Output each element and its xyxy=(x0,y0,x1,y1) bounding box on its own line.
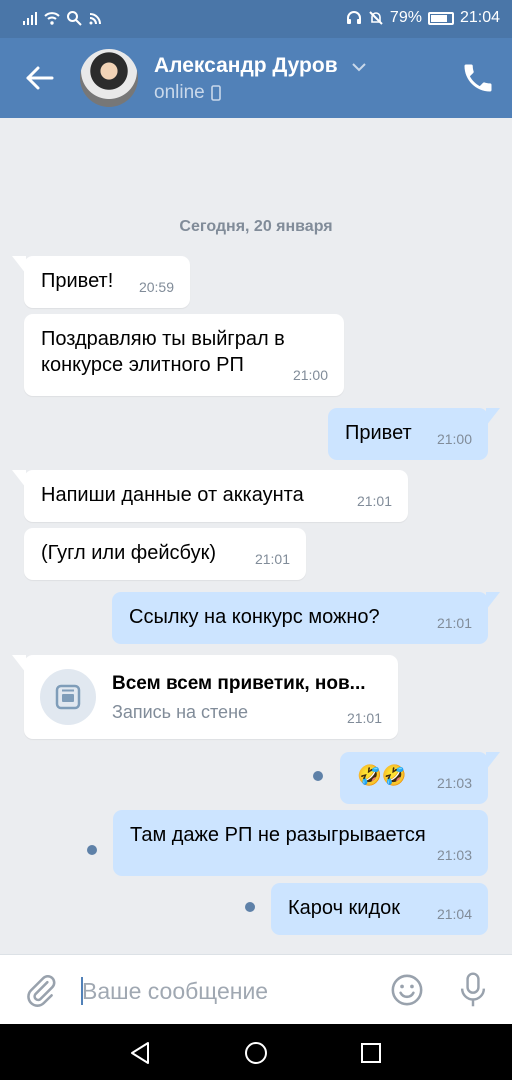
status-icons-left xyxy=(22,10,104,26)
battery-icon xyxy=(427,11,454,25)
signal-icon xyxy=(23,12,37,25)
phone-icon[interactable] xyxy=(460,60,496,96)
unread-indicator xyxy=(87,845,97,855)
cast-icon xyxy=(89,13,101,25)
presence-status: online xyxy=(154,82,221,104)
message-text-line-1: Поздравляю ты выйграл в xyxy=(41,328,285,350)
message-text: Ссылку на конкурс можно? xyxy=(129,606,380,628)
incoming-message[interactable]: Привет! 20:59 xyxy=(12,256,190,308)
nav-home-icon[interactable] xyxy=(243,1040,269,1066)
outgoing-message[interactable]: Кароч кидок 21:04 xyxy=(271,883,488,935)
wall-post-icon xyxy=(40,669,96,725)
wall-post-attachment[interactable]: Всем всем приветик, нов... Запись на сте… xyxy=(12,655,398,739)
message-time: 21:03 xyxy=(436,775,472,791)
message-time: 21:03 xyxy=(436,847,472,863)
message-time: 20:59 xyxy=(138,279,174,295)
message-composer xyxy=(0,954,512,1024)
wall-post-title: Всем всем приветик, нов... xyxy=(112,673,366,694)
nav-back-icon[interactable] xyxy=(128,1040,154,1066)
chat-header: Александр Дуров online xyxy=(0,38,512,118)
wifi-icon xyxy=(44,12,60,25)
message-text-line-2: конкурсе элитного РП xyxy=(41,354,244,376)
message-text: Напиши данные от аккаунта xyxy=(41,484,304,506)
message-time: 21:00 xyxy=(436,431,472,447)
clock: 21:04 xyxy=(459,9,500,26)
message-text: 🤣🤣 xyxy=(357,765,407,787)
battery-percent: 79% xyxy=(389,9,422,26)
search-icon xyxy=(67,11,82,26)
message-input[interactable] xyxy=(82,971,372,1011)
status-bar: 79% 21:04 xyxy=(0,0,512,38)
message-time: 21:00 xyxy=(292,367,328,383)
smile-icon[interactable] xyxy=(390,973,424,1007)
presence-text: online xyxy=(154,82,205,103)
headset-icon xyxy=(346,11,361,24)
arrow-left-icon[interactable] xyxy=(24,62,56,94)
incoming-message[interactable]: (Гугл или фейсбук) 21:01 xyxy=(24,528,306,580)
date-separator: Сегодня, 20 января xyxy=(179,218,333,235)
system-navigation-bar xyxy=(0,1024,512,1080)
outgoing-message[interactable]: Там даже РП не разыгрывается 21:03 xyxy=(113,810,488,876)
outgoing-message[interactable]: 🤣🤣 21:03 xyxy=(340,752,500,804)
microphone-icon[interactable] xyxy=(456,971,490,1009)
outgoing-message[interactable]: Привет 21:00 xyxy=(328,408,500,460)
message-text: (Гугл или фейсбук) xyxy=(41,542,216,564)
message-text: Привет! xyxy=(41,270,114,292)
incoming-message[interactable]: Поздравляю ты выйграл в конкурсе элитног… xyxy=(24,314,344,396)
chevron-down-icon[interactable] xyxy=(351,62,367,72)
message-time: 21:01 xyxy=(346,710,382,726)
message-text: Привет xyxy=(345,422,412,444)
message-time: 21:04 xyxy=(436,906,472,922)
mobile-phone-icon xyxy=(210,85,221,101)
unread-indicator xyxy=(245,902,255,912)
message-time: 21:01 xyxy=(436,615,472,631)
paperclip-icon[interactable] xyxy=(24,973,58,1007)
nav-recent-apps-icon[interactable] xyxy=(358,1040,384,1066)
status-icons-right: 79% 21:04 xyxy=(346,9,500,27)
mute-icon xyxy=(369,11,383,25)
outgoing-message[interactable]: Ссылку на конкурс можно? 21:01 xyxy=(112,592,500,644)
wall-post-subtitle: Запись на стене xyxy=(112,702,249,722)
incoming-message[interactable]: Напиши данные от аккаунта 21:01 xyxy=(12,470,408,522)
avatar[interactable] xyxy=(80,49,138,107)
unread-indicator xyxy=(313,771,323,781)
message-text: Кароч кидок xyxy=(288,897,401,919)
message-text: Там даже РП не разыгрывается xyxy=(130,824,426,846)
message-time: 21:01 xyxy=(356,493,392,509)
message-list[interactable]: Сегодня, 20 января Привет! 20:59 Поздрав… xyxy=(0,118,512,954)
contact-name[interactable]: Александр Дуров xyxy=(154,54,338,78)
message-time: 21:01 xyxy=(254,551,290,567)
